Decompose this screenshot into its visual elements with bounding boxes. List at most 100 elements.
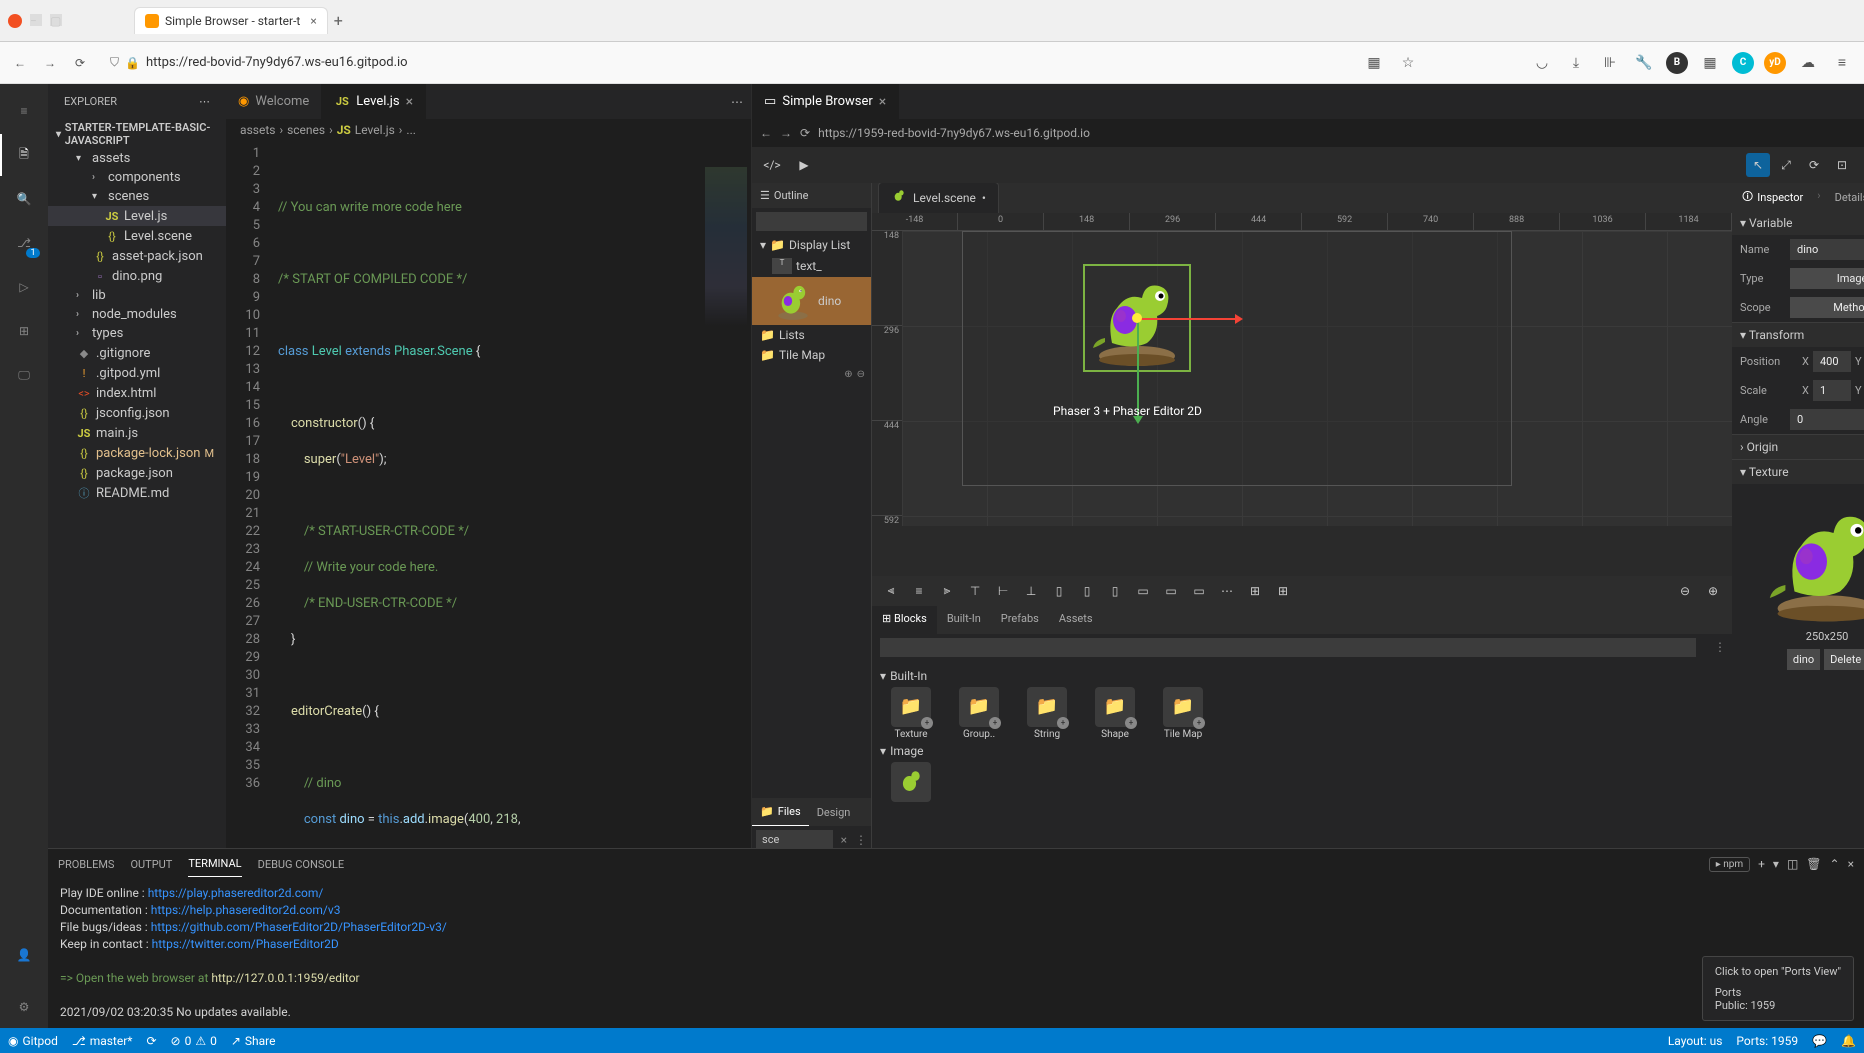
expand-icon[interactable]: ⊕ [844,369,852,380]
angle-input[interactable] [1790,409,1864,430]
browser-tab-active[interactable]: Simple Browser - starter-t × [134,7,328,34]
file-jsconfig[interactable]: {}jsconfig.json [48,403,226,423]
blocks-tab-prefabs[interactable]: Prefabs [991,606,1049,634]
activity-remote[interactable]: 🖵 [0,354,48,396]
texture-delete-button[interactable]: Delete [1824,649,1864,670]
block-texture[interactable]: 📁+Texture [880,687,942,740]
blocks-tab-blocks[interactable]: ⊞ Blocks [872,606,937,634]
ext-icon-cloud[interactable]: ☁ [1796,51,1820,75]
explorer-more-icon[interactable]: ⋯ [199,95,210,108]
window-maximize-button[interactable]: ▢ [50,14,62,26]
activity-menu[interactable]: ≡ [0,90,48,132]
devtools-icon[interactable]: 🔧 [1632,51,1656,75]
tb-scale-tool[interactable]: ⤢ [1774,153,1798,177]
canvas-grid[interactable]: Phaser 3 + Phaser Editor 2D [902,231,1732,526]
align-left-icon[interactable]: ⫷ [880,580,902,602]
tb-translate-tool[interactable]: ↖ [1746,153,1770,177]
inspector-tab[interactable]: 🛈 Inspector [1732,183,1813,211]
sb-share[interactable]: ↗ Share [231,1034,276,1048]
activity-source-control[interactable]: ⎇1 [0,222,48,264]
sb-layout[interactable]: Layout: us [1668,1034,1723,1048]
blocks-section-image[interactable]: ▾ Image [880,740,1724,762]
scale-x-input[interactable] [1813,380,1851,401]
file-level-scene[interactable]: {}Level.scene [48,226,226,246]
ext-icon-b[interactable]: B [1666,52,1688,74]
section-origin[interactable]: › Origin⋮ [1732,435,1864,459]
block-tilemap[interactable]: 📁+Tile Map [1152,687,1214,740]
tb-resize-tool[interactable]: ⛶ [1858,153,1864,177]
blocks-search-input[interactable] [880,638,1696,657]
apps-icon[interactable]: ▦ [1362,51,1386,75]
align-center-h-icon[interactable]: ≡ [908,580,930,602]
zoom-in-icon[interactable]: ⊕ [1702,580,1724,602]
outline-search-input[interactable] [756,212,867,231]
folder-components[interactable]: ›components [48,168,226,187]
border-right-icon[interactable]: ▯ [1104,580,1126,602]
search-more-icon[interactable]: ⋮ [851,833,871,847]
term-npm-badge[interactable]: ▸ npm [1709,857,1750,872]
outline-display-list[interactable]: ▾📁Display List [752,235,871,255]
folder-node-modules[interactable]: ›node_modules [48,305,226,324]
term-maximize-icon[interactable]: ⌃ [1830,857,1840,871]
nav-reload-button[interactable]: ⟳ [70,53,90,73]
tab-simple-browser[interactable]: ▭ Simple Browser × [752,84,899,119]
library-icon[interactable]: ⊪ [1598,51,1622,75]
outline-tilemap[interactable]: 📁Tile Map [752,345,871,365]
scope-button[interactable]: Method [1790,297,1864,318]
close-tab-icon[interactable]: × [310,14,316,28]
ext-icon-yd[interactable]: yD [1764,52,1786,74]
gizmo-y-axis[interactable] [1137,318,1139,418]
sb-bell-icon[interactable]: 🔔 [1841,1034,1856,1048]
file-main-js[interactable]: JSmain.js [48,423,226,443]
sb-gitpod[interactable]: ◉ Gitpod [8,1034,58,1048]
dino-sprite-selection[interactable] [1083,264,1191,372]
sb-ports[interactable]: Ports: 1959 [1736,1034,1798,1048]
activity-settings[interactable]: ⚙ [0,986,48,1028]
zoom-out-icon[interactable]: ⊖ [1674,580,1696,602]
term-tab-output[interactable]: Output [130,852,172,877]
align-top-icon[interactable]: ⊤ [964,580,986,602]
align-bottom-icon[interactable]: ⊥ [1020,580,1042,602]
blocks-section-builtin[interactable]: ▾ Built-In [880,665,1724,687]
tab-welcome[interactable]: ◉ Welcome [226,84,322,119]
activity-explorer[interactable]: 🗎 [0,134,48,176]
blocks-tab-builtin[interactable]: Built-In [937,606,991,634]
term-dropdown-icon[interactable]: ▾ [1773,857,1779,871]
outline-lists[interactable]: 📁Lists [752,325,871,345]
sb-back-button[interactable]: ← [760,126,772,140]
term-tab-problems[interactable]: Problems [58,852,114,877]
pocket-icon[interactable]: ◡ [1530,51,1554,75]
activity-extensions[interactable]: ⊞ [0,310,48,352]
activity-account[interactable]: 👤 [0,934,48,976]
url-input[interactable]: ⛉ 🔒 https://red-bovid-7ny9dy67.ws-eu16.g… [100,51,1352,74]
file-level-js[interactable]: JSLevel.js [48,206,226,226]
term-tab-terminal[interactable]: Terminal [188,851,241,877]
align-right-icon[interactable]: ⫸ [936,580,958,602]
folder-types[interactable]: ›types [48,324,226,343]
clear-search-icon[interactable]: × [837,833,851,847]
folder-scenes[interactable]: ▾scenes [48,187,226,206]
nav-forward-button[interactable]: → [40,53,60,73]
outline-text-item[interactable]: Ttext_ [752,255,871,277]
file-asset-pack[interactable]: {}asset-pack.json [48,246,226,266]
new-tab-button[interactable]: + [334,11,343,30]
tb-rotate-tool[interactable]: ⟳ [1802,153,1826,177]
scene-text-object[interactable]: Phaser 3 + Phaser Editor 2D [1053,404,1202,418]
activity-search[interactable]: 🔍 [0,178,48,220]
border-top-icon[interactable]: ▭ [1132,580,1154,602]
term-close-icon[interactable]: × [1848,857,1854,871]
border-center-icon[interactable]: ▯ [1076,580,1098,602]
close-tab-icon[interactable]: × [406,94,413,110]
details-tab[interactable]: Details [1825,183,1864,211]
border-bottom-icon[interactable]: ▭ [1188,580,1210,602]
block-shape[interactable]: 📁+Shape [1084,687,1146,740]
tab-level-js[interactable]: JS Level.js × [322,84,426,119]
sb-forward-button[interactable]: → [780,126,792,140]
file-package-json[interactable]: {}package.json [48,463,226,483]
align-middle-icon[interactable]: ⊢ [992,580,1014,602]
pos-x-input[interactable] [1813,351,1851,372]
block-dino-image[interactable] [880,762,942,802]
files-search-input[interactable] [756,830,833,849]
block-string[interactable]: 📁+String [1016,687,1078,740]
texture-name-button[interactable]: dino [1787,649,1820,670]
